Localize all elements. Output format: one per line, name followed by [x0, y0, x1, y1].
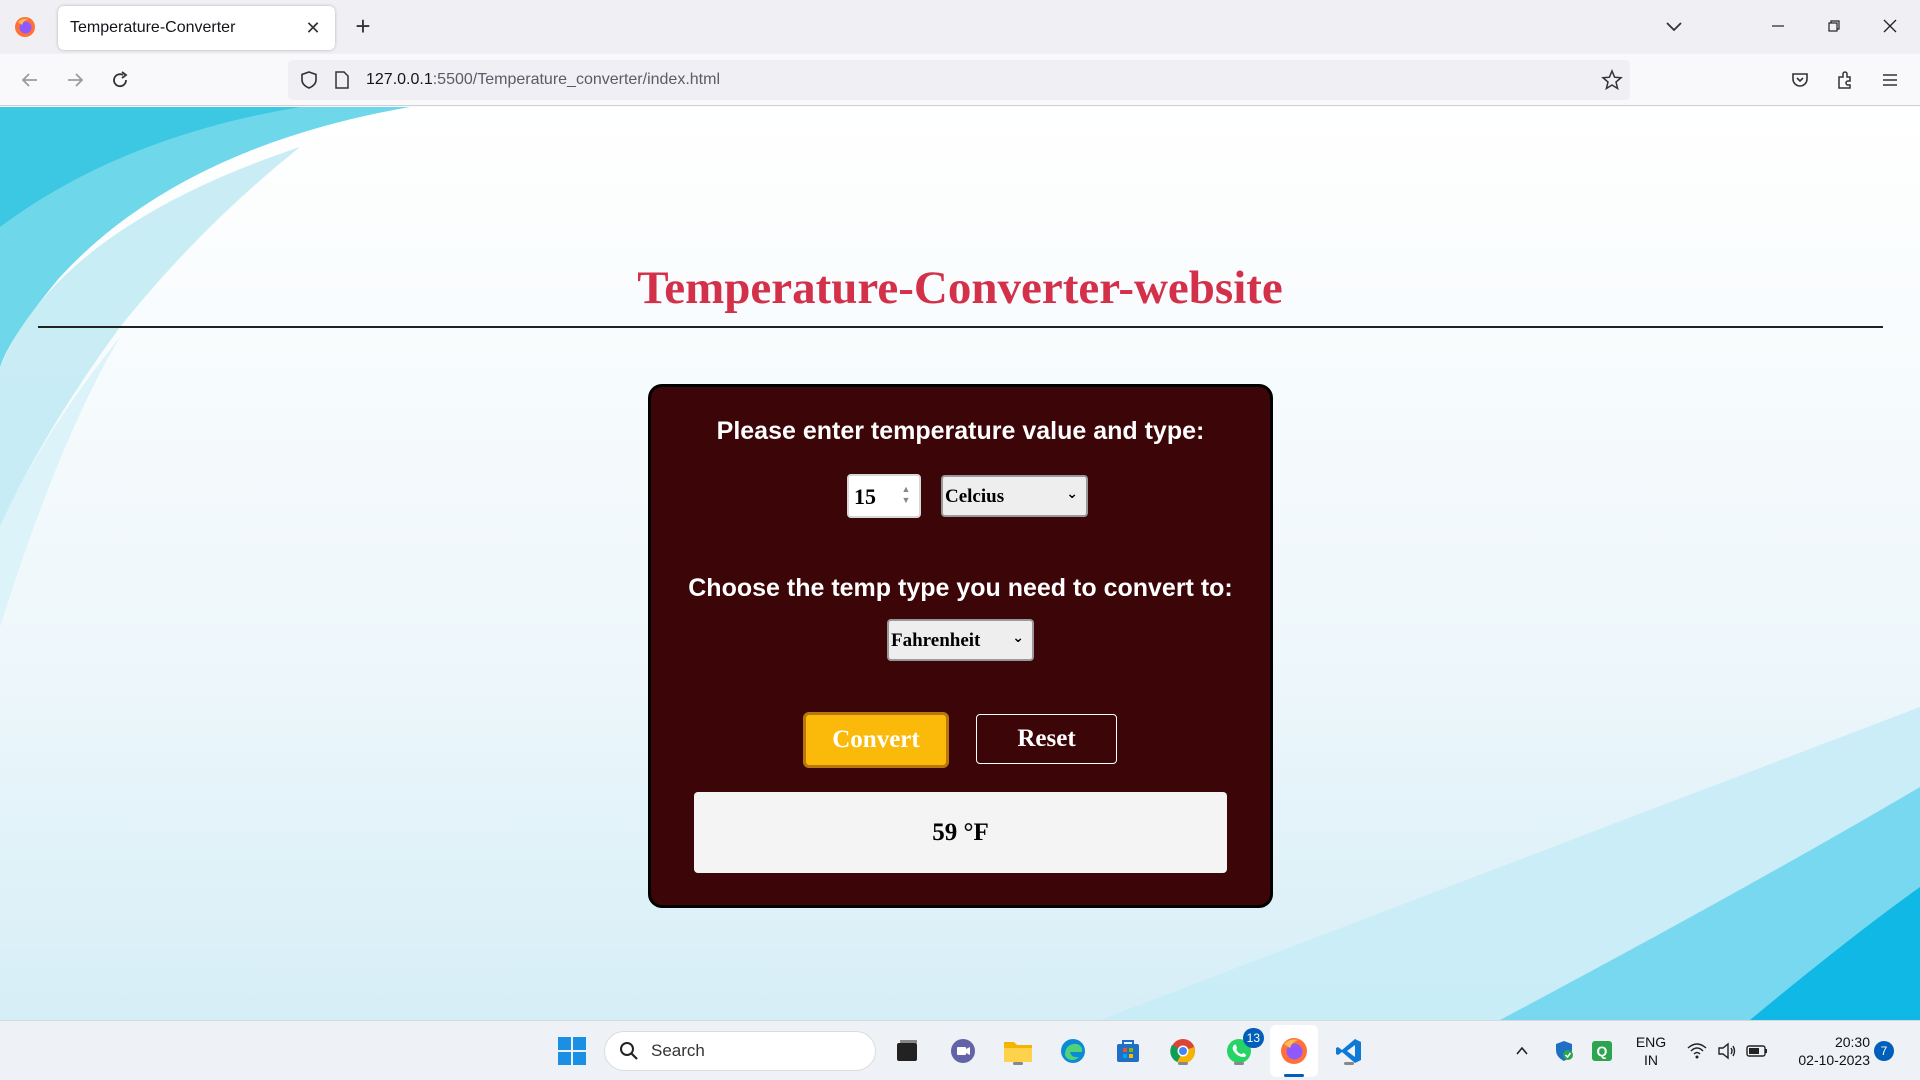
wifi-icon [1687, 1043, 1707, 1059]
running-indicator [1178, 1062, 1188, 1065]
active-indicator [1284, 1074, 1304, 1077]
page-viewport: Temperature-Converter-website Please ent… [0, 107, 1920, 1020]
clock-date: 02-10-2023 [1798, 1052, 1870, 1068]
from-unit-select[interactable]: Celcius ⌄ [941, 475, 1088, 517]
temperature-value: 15 [854, 484, 876, 509]
qbittorrent-icon[interactable]: Q [1585, 1034, 1619, 1068]
to-unit-value: Fahrenheit [891, 630, 981, 651]
battery-icon[interactable] [1740, 1034, 1774, 1068]
taskbar-search-box[interactable]: Search [604, 1031, 876, 1071]
network-icons-group[interactable] [1680, 1034, 1714, 1068]
chrome-browser-icon[interactable] [1166, 1034, 1200, 1068]
running-indicator [1234, 1062, 1244, 1065]
forward-arrow-icon[interactable] [63, 68, 87, 92]
firefox-taskbar-icon[interactable] [1277, 1034, 1311, 1068]
browser-nav-bar: 127.0.0.1:5500/Temperature_converter/ind… [0, 54, 1920, 106]
svg-text:Q: Q [1597, 1043, 1608, 1059]
url-text[interactable]: 127.0.0.1:5500/Temperature_converter/ind… [366, 71, 720, 89]
convert-button[interactable]: Convert [803, 712, 949, 768]
chevron-down-icon: ⌄ [1066, 486, 1078, 502]
minimize-icon[interactable] [1766, 14, 1790, 38]
url-host: 127.0.0.1 [366, 71, 433, 88]
search-label: Search [651, 1041, 705, 1060]
whatsapp-icon[interactable]: 13 [1222, 1028, 1264, 1068]
tray-overflow-chevron-icon[interactable] [1505, 1034, 1539, 1068]
url-path: :5500/Temperature_converter/index.html [432, 71, 720, 88]
bookmark-star-icon[interactable] [1601, 69, 1623, 91]
search-icon [620, 1042, 638, 1060]
file-explorer-icon[interactable] [1001, 1034, 1035, 1068]
teams-meet-icon[interactable] [946, 1034, 980, 1068]
language-code: ENG [1635, 1034, 1667, 1050]
reset-button[interactable]: Reset [976, 714, 1117, 764]
app-menu-icon[interactable] [1878, 68, 1902, 92]
language-indicator[interactable]: ENG IN [1628, 1033, 1674, 1069]
page-info-icon[interactable] [333, 70, 351, 90]
reload-icon[interactable] [108, 68, 132, 92]
tab-title: Temperature-Converter [70, 19, 236, 36]
input-prompt: Please enter temperature value and type: [716, 417, 1205, 445]
close-tab-icon[interactable]: ✕ [303, 18, 323, 38]
notification-count-badge[interactable]: 7 [1874, 1041, 1894, 1061]
extensions-icon[interactable] [1833, 68, 1857, 92]
pocket-icon[interactable] [1788, 68, 1812, 92]
back-arrow-icon[interactable] [18, 68, 42, 92]
taskbar: Search 13 Q ENG IN 20:30 02-10-2023 7 [0, 1020, 1920, 1080]
result-value: 59 °F [932, 818, 989, 846]
browser-tab-bar: Temperature-Converter ✕ + [0, 0, 1920, 54]
running-indicator [1344, 1062, 1354, 1065]
firefox-logo-icon [15, 17, 35, 37]
task-view-icon[interactable] [890, 1034, 924, 1068]
edge-browser-icon[interactable] [1056, 1034, 1090, 1068]
running-indicator [1013, 1062, 1023, 1065]
result-display: 59 °F [694, 792, 1227, 873]
new-tab-icon[interactable]: + [350, 13, 376, 39]
language-region: IN [1644, 1052, 1658, 1068]
clock[interactable]: 20:30 02-10-2023 [1780, 1033, 1870, 1069]
volume-icon[interactable] [1710, 1034, 1744, 1068]
page-title: Temperature-Converter-website [637, 262, 1283, 314]
temperature-value-input[interactable]: 15 ▲ ▼ [847, 474, 921, 518]
vscode-icon[interactable] [1332, 1034, 1366, 1068]
target-prompt: Choose the temp type you need to convert… [688, 574, 1233, 602]
address-bar[interactable]: 127.0.0.1:5500/Temperature_converter/ind… [288, 60, 1630, 100]
title-divider [38, 326, 1883, 328]
to-unit-select[interactable]: Fahrenheit ⌄ [887, 619, 1034, 661]
restore-icon[interactable] [1822, 14, 1846, 38]
converter-card: Please enter temperature value and type:… [648, 384, 1273, 908]
tab-list-chevron-icon[interactable] [1662, 14, 1686, 38]
start-windows-icon[interactable] [555, 1034, 589, 1068]
close-window-icon[interactable] [1878, 14, 1902, 38]
number-spinner-icon[interactable]: ▲ ▼ [899, 484, 913, 508]
chevron-down-icon: ⌄ [1012, 630, 1024, 646]
microsoft-store-icon[interactable] [1111, 1034, 1145, 1068]
clock-time: 20:30 [1834, 1034, 1870, 1050]
tracking-shield-icon[interactable] [299, 70, 319, 90]
browser-tab-active[interactable]: Temperature-Converter ✕ [58, 6, 335, 50]
whatsapp-badge: 13 [1242, 1028, 1264, 1048]
security-shield-icon[interactable] [1547, 1034, 1581, 1068]
from-unit-value: Celcius [945, 486, 1005, 507]
